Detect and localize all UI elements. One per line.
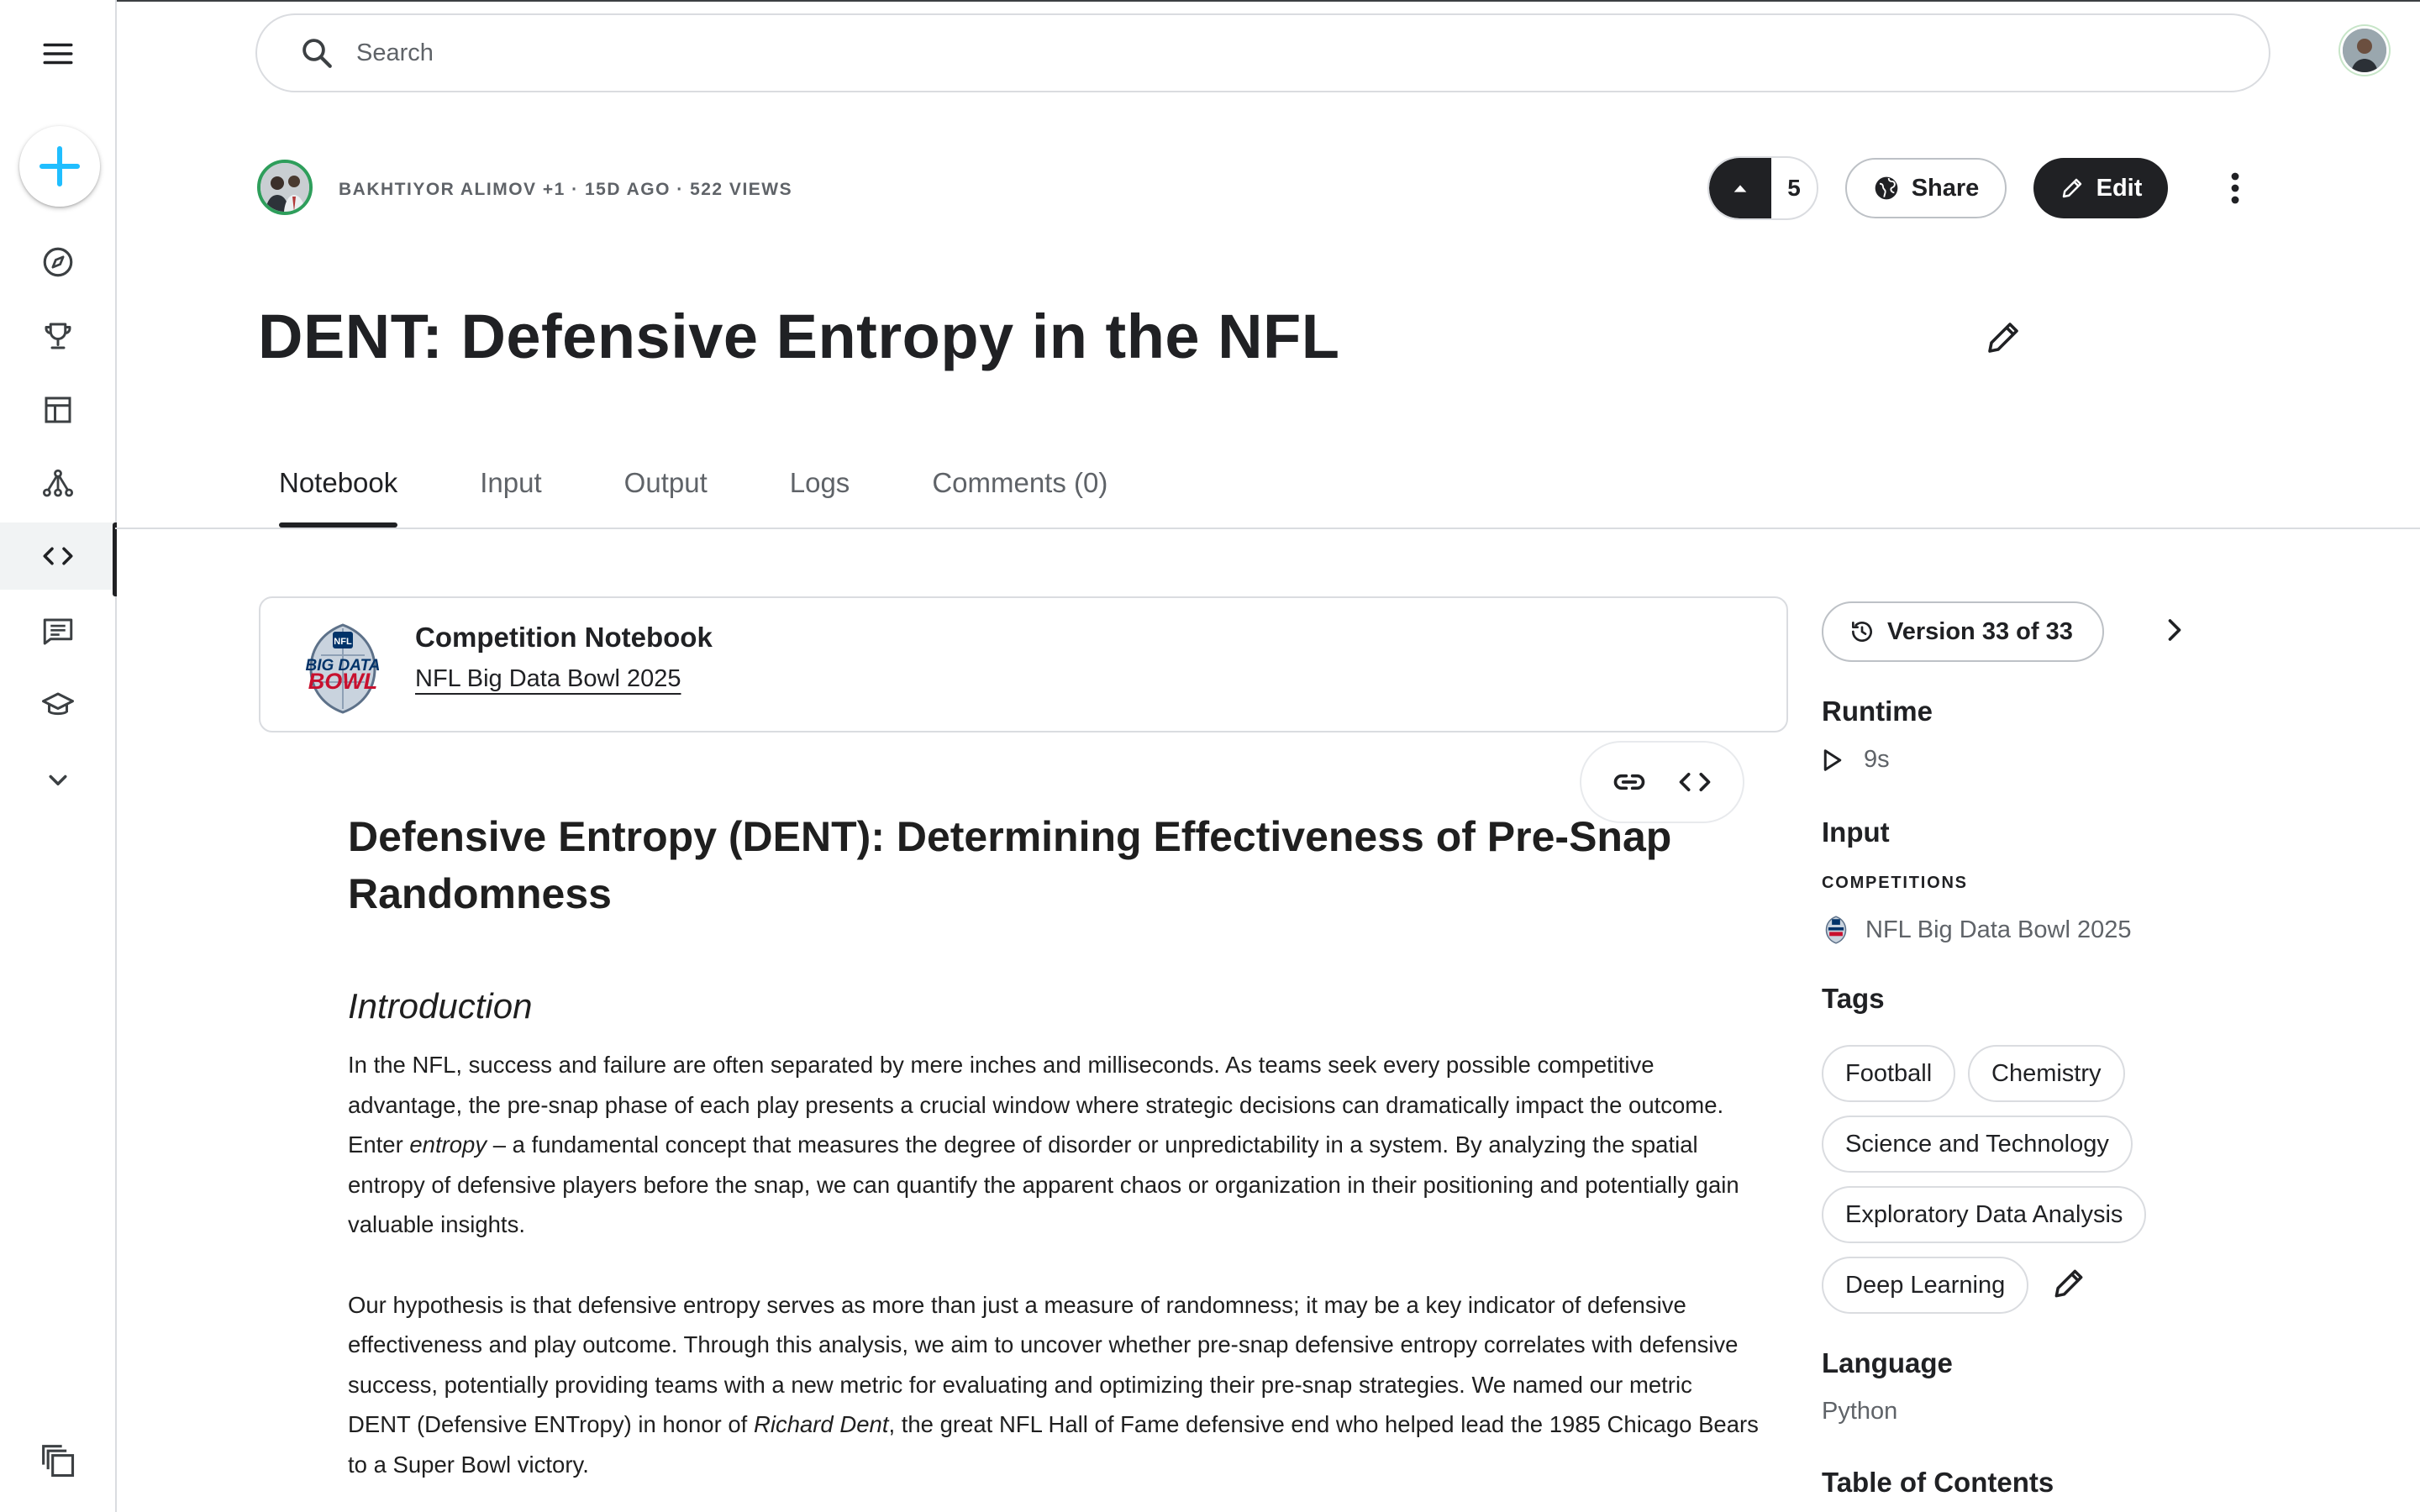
- tab-logs[interactable]: Logs: [769, 467, 871, 526]
- version-label: Version 33 of 33: [1887, 617, 2073, 645]
- tab-output[interactable]: Output: [603, 467, 729, 526]
- sidebar-item-code[interactable]: [0, 522, 117, 596]
- svg-text:BOWL: BOWL: [308, 669, 377, 694]
- runtime-heading: Runtime: [1822, 696, 1933, 727]
- big-data-bowl-logo-small: [1825, 916, 1847, 944]
- tabs-divider: [115, 528, 2420, 529]
- tab-notebook[interactable]: Notebook: [258, 467, 418, 528]
- tags-heading: Tags: [1822, 983, 1885, 1014]
- search-input[interactable]: [355, 38, 2039, 68]
- more-options-button[interactable]: [2218, 165, 2252, 212]
- pencil-icon: [2054, 1269, 2083, 1298]
- caret-up-icon: [1733, 185, 1747, 192]
- emphasis-text: entropy: [409, 1131, 487, 1158]
- tab-comments[interactable]: Comments (0): [911, 467, 1128, 526]
- edit-button[interactable]: Edit: [2033, 158, 2168, 218]
- sidebar-item-competitions[interactable]: [0, 302, 115, 370]
- notebook-subheading: Introduction: [348, 986, 533, 1026]
- tag-football[interactable]: Football: [1822, 1045, 1956, 1102]
- input-competition-link[interactable]: NFL Big Data Bowl 2025: [1822, 916, 2131, 944]
- share-button[interactable]: Share: [1845, 158, 2007, 218]
- menu-icon: [43, 43, 72, 65]
- recent-items-button[interactable]: [40, 1443, 77, 1480]
- tag-exploratory-data-analysis[interactable]: Exploratory Data Analysis: [1822, 1186, 2147, 1243]
- edit-label: Edit: [2096, 174, 2143, 202]
- edit-tags-button[interactable]: [2050, 1265, 2087, 1302]
- left-sidebar: [0, 0, 117, 1512]
- search-bar[interactable]: [255, 13, 2270, 92]
- input-item-label: NFL Big Data Bowl 2025: [1865, 916, 2132, 943]
- sidebar-item-datasets[interactable]: [0, 376, 115, 444]
- history-icon: [1852, 622, 1872, 642]
- top-border: [0, 0, 2420, 2]
- notebook-tabs: Notebook Input Output Logs Comments (0): [258, 467, 1169, 528]
- upvote-arrow[interactable]: [1709, 158, 1771, 218]
- toc-heading: Table of Contents: [1822, 1467, 2054, 1498]
- paragraph-intro: In the NFL, success and failure are ofte…: [348, 1045, 1760, 1245]
- notebook-byline: BAKHTIYOR ALIMOV +1 · 15D AGO · 522 VIEW…: [339, 180, 793, 199]
- compass-icon: [43, 247, 72, 277]
- notebook-content: Defensive Entropy (DENT): Determining Ef…: [348, 808, 1760, 1484]
- pencil-icon: [1988, 323, 2018, 353]
- competition-link[interactable]: NFL Big Data Bowl 2025: [415, 665, 681, 693]
- sidebar-more-button[interactable]: [0, 746, 115, 813]
- paragraph-text: – a fundamental concept that measures th…: [348, 1131, 1739, 1237]
- big-data-bowl-logo-image: NFL BIG DATA BOWL: [305, 623, 381, 714]
- upvote-button[interactable]: 5: [1707, 156, 1818, 220]
- svg-text:NFL: NFL: [334, 637, 352, 647]
- emphasis-text: Richard Dent: [753, 1411, 889, 1437]
- user-avatar[interactable]: [2343, 29, 2386, 72]
- sidebar-item-models[interactable]: [0, 450, 115, 517]
- page-title: DENT: Defensive Entropy in the NFL: [258, 302, 1340, 371]
- tag-chemistry[interactable]: Chemistry: [1968, 1045, 2125, 1102]
- share-label: Share: [1911, 174, 1980, 202]
- search-icon: [302, 39, 332, 68]
- input-heading: Input: [1822, 816, 1890, 848]
- big-data-bowl-logo: NFL BIG DATA BOWL: [296, 622, 390, 716]
- sidebar-item-home[interactable]: [0, 228, 115, 296]
- author-photo: [260, 163, 309, 212]
- discussion-icon: [43, 618, 72, 645]
- create-button[interactable]: [19, 126, 100, 207]
- author-avatars[interactable]: [257, 160, 313, 215]
- competition-card: NFL BIG DATA BOWL Competition Notebook N…: [259, 596, 1788, 732]
- runtime-value: 9s: [1864, 746, 1890, 773]
- runtime-row: 9s: [1822, 746, 1890, 774]
- recent-items-icon: [42, 1445, 75, 1478]
- sidebar-item-discussions[interactable]: [0, 598, 115, 665]
- more-vert-icon: [2231, 172, 2239, 204]
- chevron-down-icon: [49, 774, 66, 785]
- language-value: Python: [1822, 1398, 1898, 1425]
- link-icon[interactable]: [1611, 764, 1648, 801]
- learn-icon: [41, 692, 74, 716]
- paragraph-hypothesis: Our hypothesis is that defensive entropy…: [348, 1285, 1760, 1485]
- edit-title-button[interactable]: [1983, 318, 2023, 358]
- play-icon: [1823, 748, 1842, 771]
- tag-science-and-technology[interactable]: Science and Technology: [1822, 1116, 2133, 1173]
- globe-icon: [1875, 176, 1898, 200]
- competition-kicker: Competition Notebook: [415, 622, 713, 653]
- input-subheading: COMPETITIONS: [1822, 874, 1968, 892]
- avatar-image: [2343, 29, 2386, 72]
- language-heading: Language: [1822, 1347, 1953, 1378]
- plus-icon: [39, 145, 81, 187]
- upvote-count: 5: [1787, 175, 1801, 201]
- code-icon[interactable]: [1676, 764, 1713, 801]
- models-icon: [42, 469, 73, 497]
- menu-button[interactable]: [0, 20, 115, 87]
- trophy-icon: [45, 323, 71, 349]
- panel-expand-button[interactable]: [2156, 612, 2193, 648]
- sidebar-item-learn[interactable]: [0, 672, 115, 739]
- tab-input[interactable]: Input: [459, 467, 562, 526]
- chevron-right-icon: [2168, 619, 2181, 641]
- notebook-heading: Defensive Entropy (DENT): Determining Ef…: [348, 813, 1672, 917]
- tag-deep-learning[interactable]: Deep Learning: [1822, 1257, 2029, 1314]
- version-button[interactable]: Version 33 of 33: [1822, 601, 2104, 662]
- table-icon: [45, 396, 71, 423]
- code-icon: [43, 547, 72, 565]
- pencil-icon: [2062, 178, 2081, 198]
